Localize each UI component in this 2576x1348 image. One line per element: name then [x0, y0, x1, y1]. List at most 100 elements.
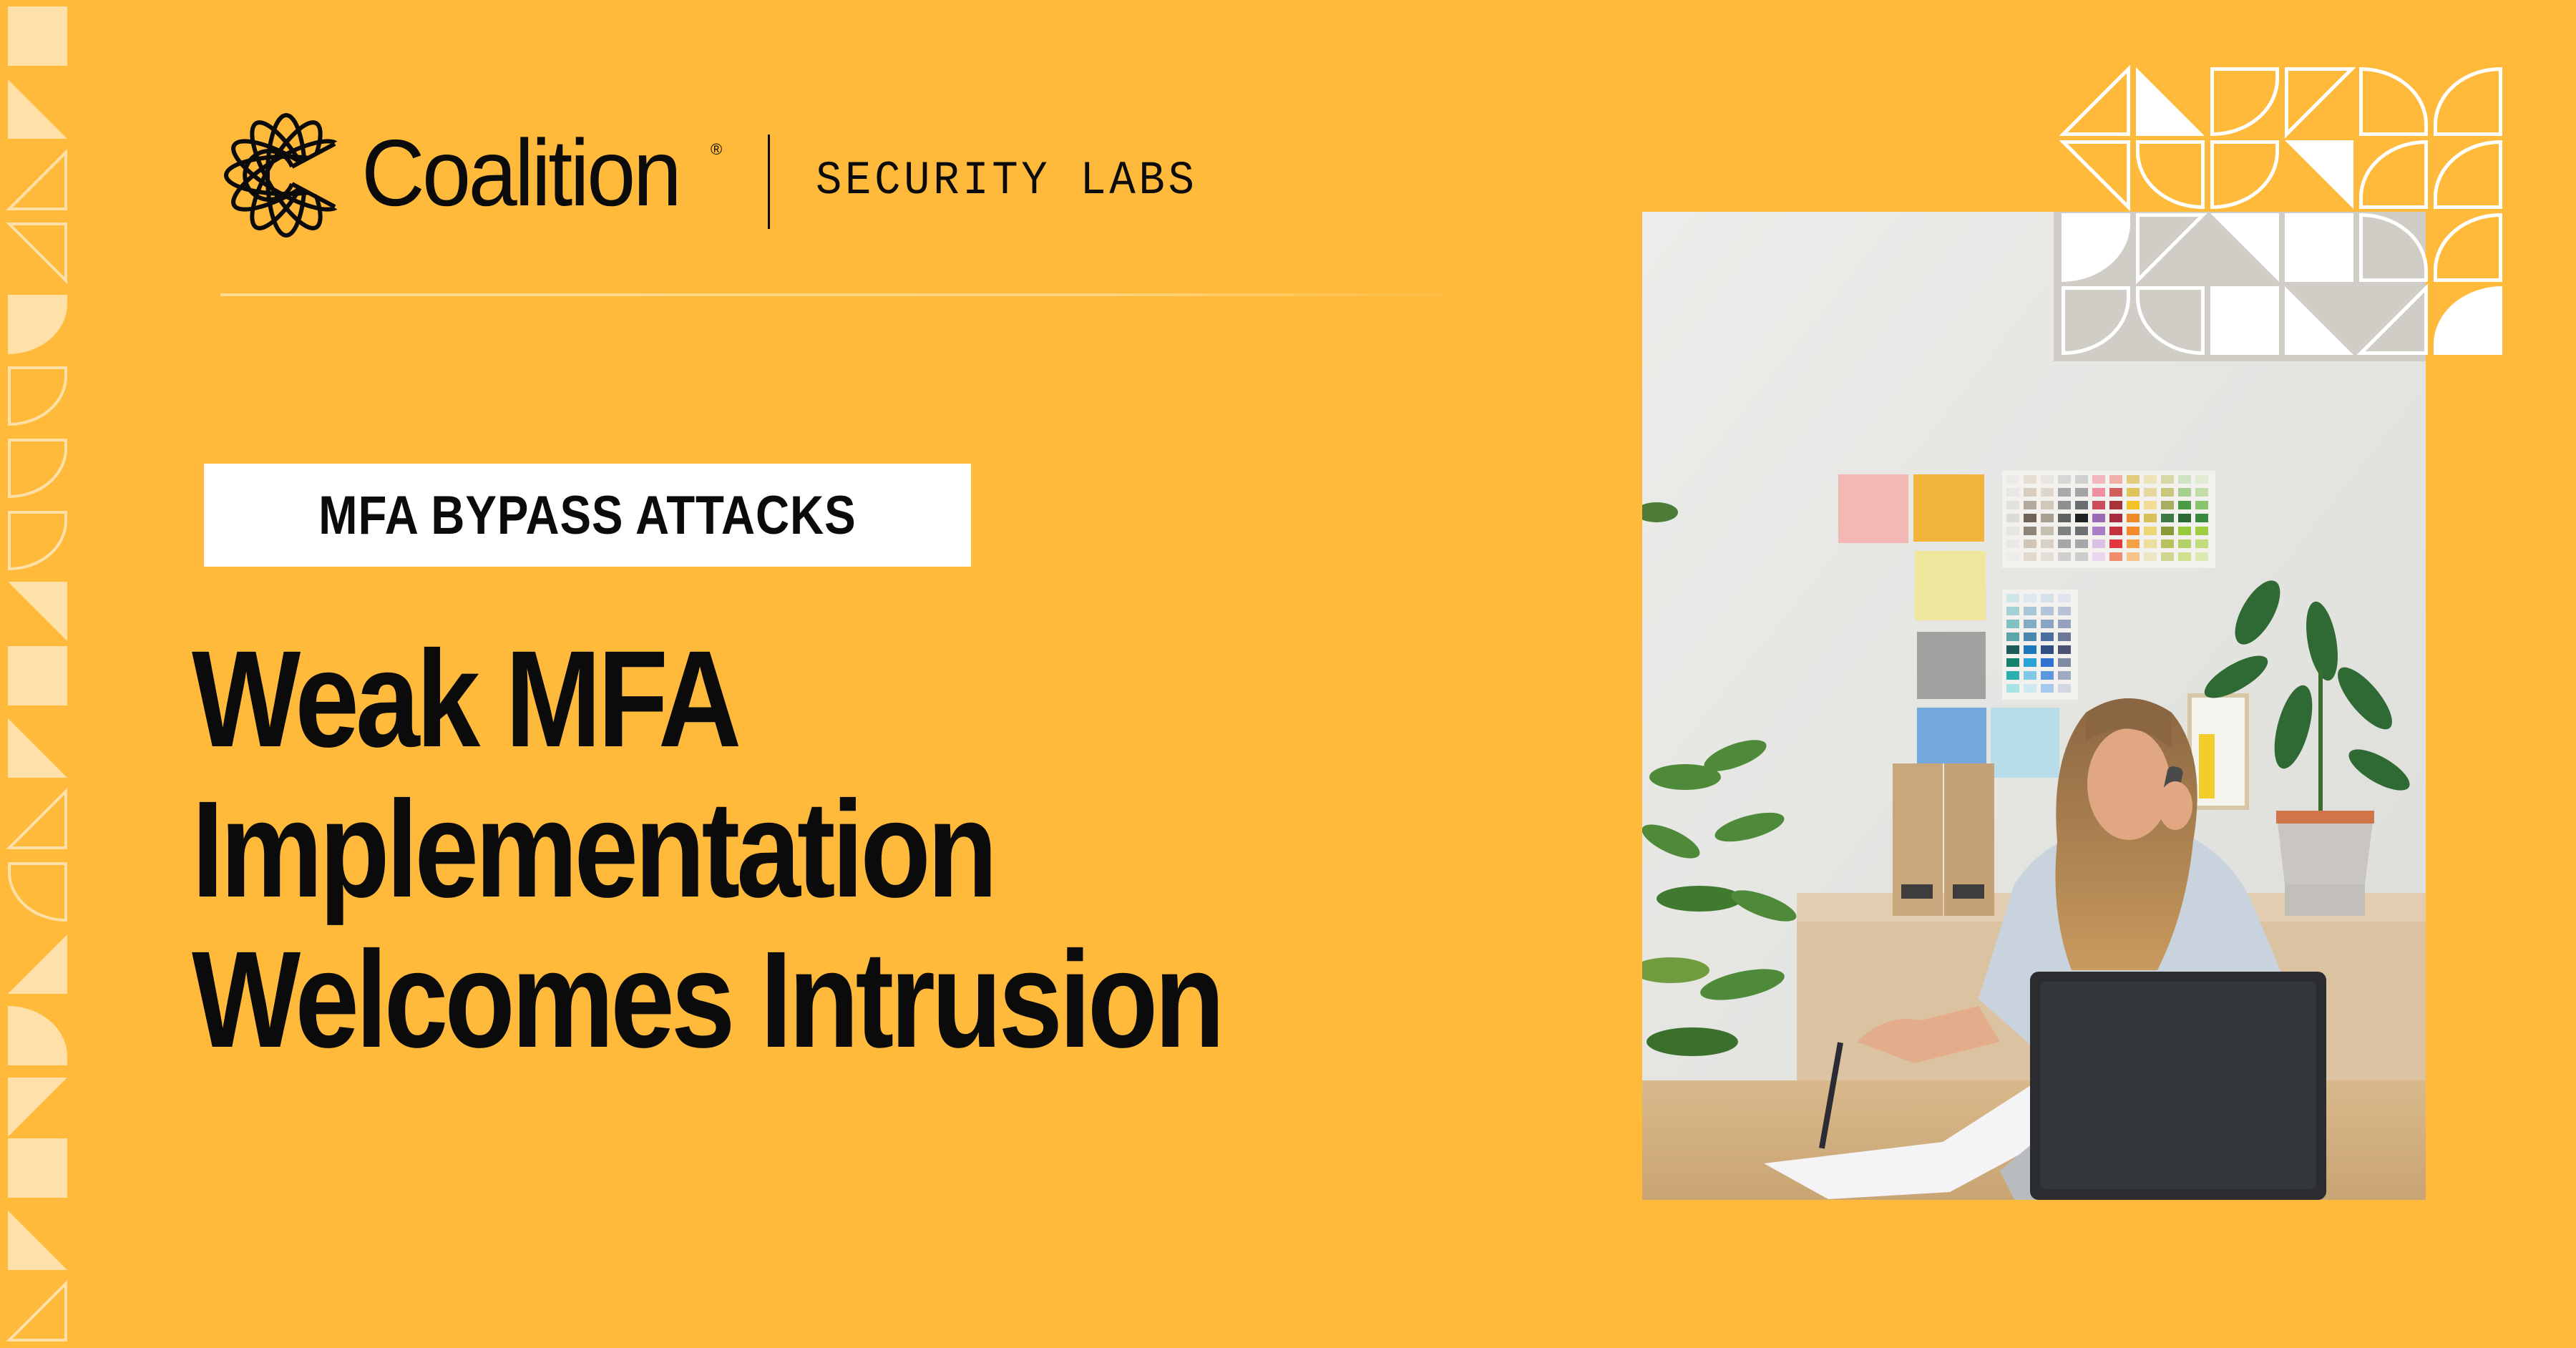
color-chip [2161, 475, 2174, 484]
corner-pattern-shape [2434, 286, 2502, 355]
color-chip [2058, 658, 2071, 667]
color-chip [2024, 539, 2036, 548]
color-chip [2041, 684, 2054, 693]
color-chip [2058, 501, 2071, 509]
brand-name: Coalition [361, 120, 682, 225]
corner-pattern-shape [2434, 213, 2502, 282]
color-chip [2109, 501, 2122, 509]
corner-pattern-shape [2359, 67, 2428, 136]
left-pattern-shape [8, 1211, 67, 1270]
color-chip [2109, 488, 2122, 497]
color-chip [2161, 552, 2174, 561]
color-chip [2024, 620, 2036, 628]
color-chip [2024, 514, 2036, 522]
color-chip [2041, 658, 2054, 667]
left-pattern-shape [8, 295, 67, 354]
color-chip [2092, 527, 2105, 535]
left-pattern-shape [8, 1078, 67, 1137]
corner-pattern-shape [2285, 140, 2353, 209]
color-chip [2058, 475, 2071, 484]
color-chip [2161, 527, 2174, 535]
color-chip [2144, 539, 2157, 548]
color-chip [2127, 514, 2140, 522]
color-chart-large [2002, 471, 2215, 568]
product-name: SECURITY LABS [816, 154, 1198, 207]
corner-pattern-shape [2210, 140, 2279, 210]
color-chip [2075, 475, 2088, 484]
color-chip [2058, 671, 2071, 680]
corner-pattern-shape [2359, 140, 2428, 209]
color-chip [2058, 488, 2071, 497]
color-chip [2006, 552, 2019, 561]
picture-frame [2187, 693, 2249, 810]
corner-pattern-shape [2210, 67, 2279, 137]
brand-divider [768, 135, 770, 229]
color-chip [2006, 620, 2019, 628]
color-chip [2075, 552, 2088, 561]
color-chip [2041, 633, 2054, 641]
color-chip [2127, 552, 2140, 561]
color-chart-small [2002, 590, 2078, 700]
color-chip [2024, 552, 2036, 561]
color-chip [2024, 475, 2036, 484]
color-chip [2127, 539, 2140, 548]
corner-pattern-shape [2285, 213, 2353, 282]
category-tag: MFA BYPASS ATTACKS [204, 464, 971, 567]
swatch-yellow [1915, 551, 1986, 620]
color-chip [2006, 501, 2019, 509]
color-chip [2006, 488, 2019, 497]
color-chip [2006, 658, 2019, 667]
color-chip [2006, 607, 2019, 615]
color-chip [2075, 488, 2088, 497]
color-chip [2041, 539, 2054, 548]
left-pattern-shape [8, 1138, 67, 1198]
color-chip [2195, 475, 2208, 484]
color-chip [2092, 514, 2105, 522]
color-chip [2127, 488, 2140, 497]
color-chip [2024, 684, 2036, 693]
color-chip [2161, 514, 2174, 522]
left-pattern-shape [8, 6, 67, 66]
color-chip [2195, 488, 2208, 497]
left-pattern-shape [8, 1006, 67, 1065]
left-pattern-shape [6, 149, 67, 210]
left-pattern-shape [8, 511, 67, 571]
color-chip [2041, 475, 2054, 484]
corner-pattern-shape [2210, 286, 2279, 355]
color-chip [2075, 539, 2088, 548]
color-chip [2092, 488, 2105, 497]
left-pattern-shape [8, 439, 67, 499]
color-chip [2006, 539, 2019, 548]
color-chip [2024, 594, 2036, 602]
color-chip [2195, 501, 2208, 509]
headline-line-1: Weak MFA [192, 622, 741, 776]
left-pattern-shape [6, 1280, 67, 1342]
color-chip [2041, 645, 2054, 654]
color-chip [2024, 527, 2036, 535]
headline-line-2: Implementation [192, 772, 997, 926]
color-chip [2092, 552, 2105, 561]
color-chip [2144, 552, 2157, 561]
color-chip [2058, 527, 2071, 535]
color-chip [2109, 552, 2122, 561]
color-chip [2127, 475, 2140, 484]
color-chip [2024, 607, 2036, 615]
headline-line-3: Welcomes Intrusion [192, 922, 1225, 1076]
color-chip [2024, 488, 2036, 497]
left-pattern-shape [6, 788, 67, 849]
color-chip [2075, 501, 2088, 509]
color-chip [2058, 594, 2071, 602]
swatch-lightblue [1991, 708, 2059, 778]
color-chip [2195, 514, 2208, 522]
color-chip [2178, 488, 2191, 497]
corner-pattern-grid [2054, 64, 2502, 361]
color-chip [2041, 620, 2054, 628]
color-chip [2144, 501, 2157, 509]
color-chip [2024, 671, 2036, 680]
swatch-blue [1917, 708, 1986, 763]
color-chip [2041, 527, 2054, 535]
color-chip [2178, 539, 2191, 548]
color-chip [2024, 501, 2036, 509]
left-pattern-shape [8, 646, 67, 705]
color-chip [2058, 514, 2071, 522]
